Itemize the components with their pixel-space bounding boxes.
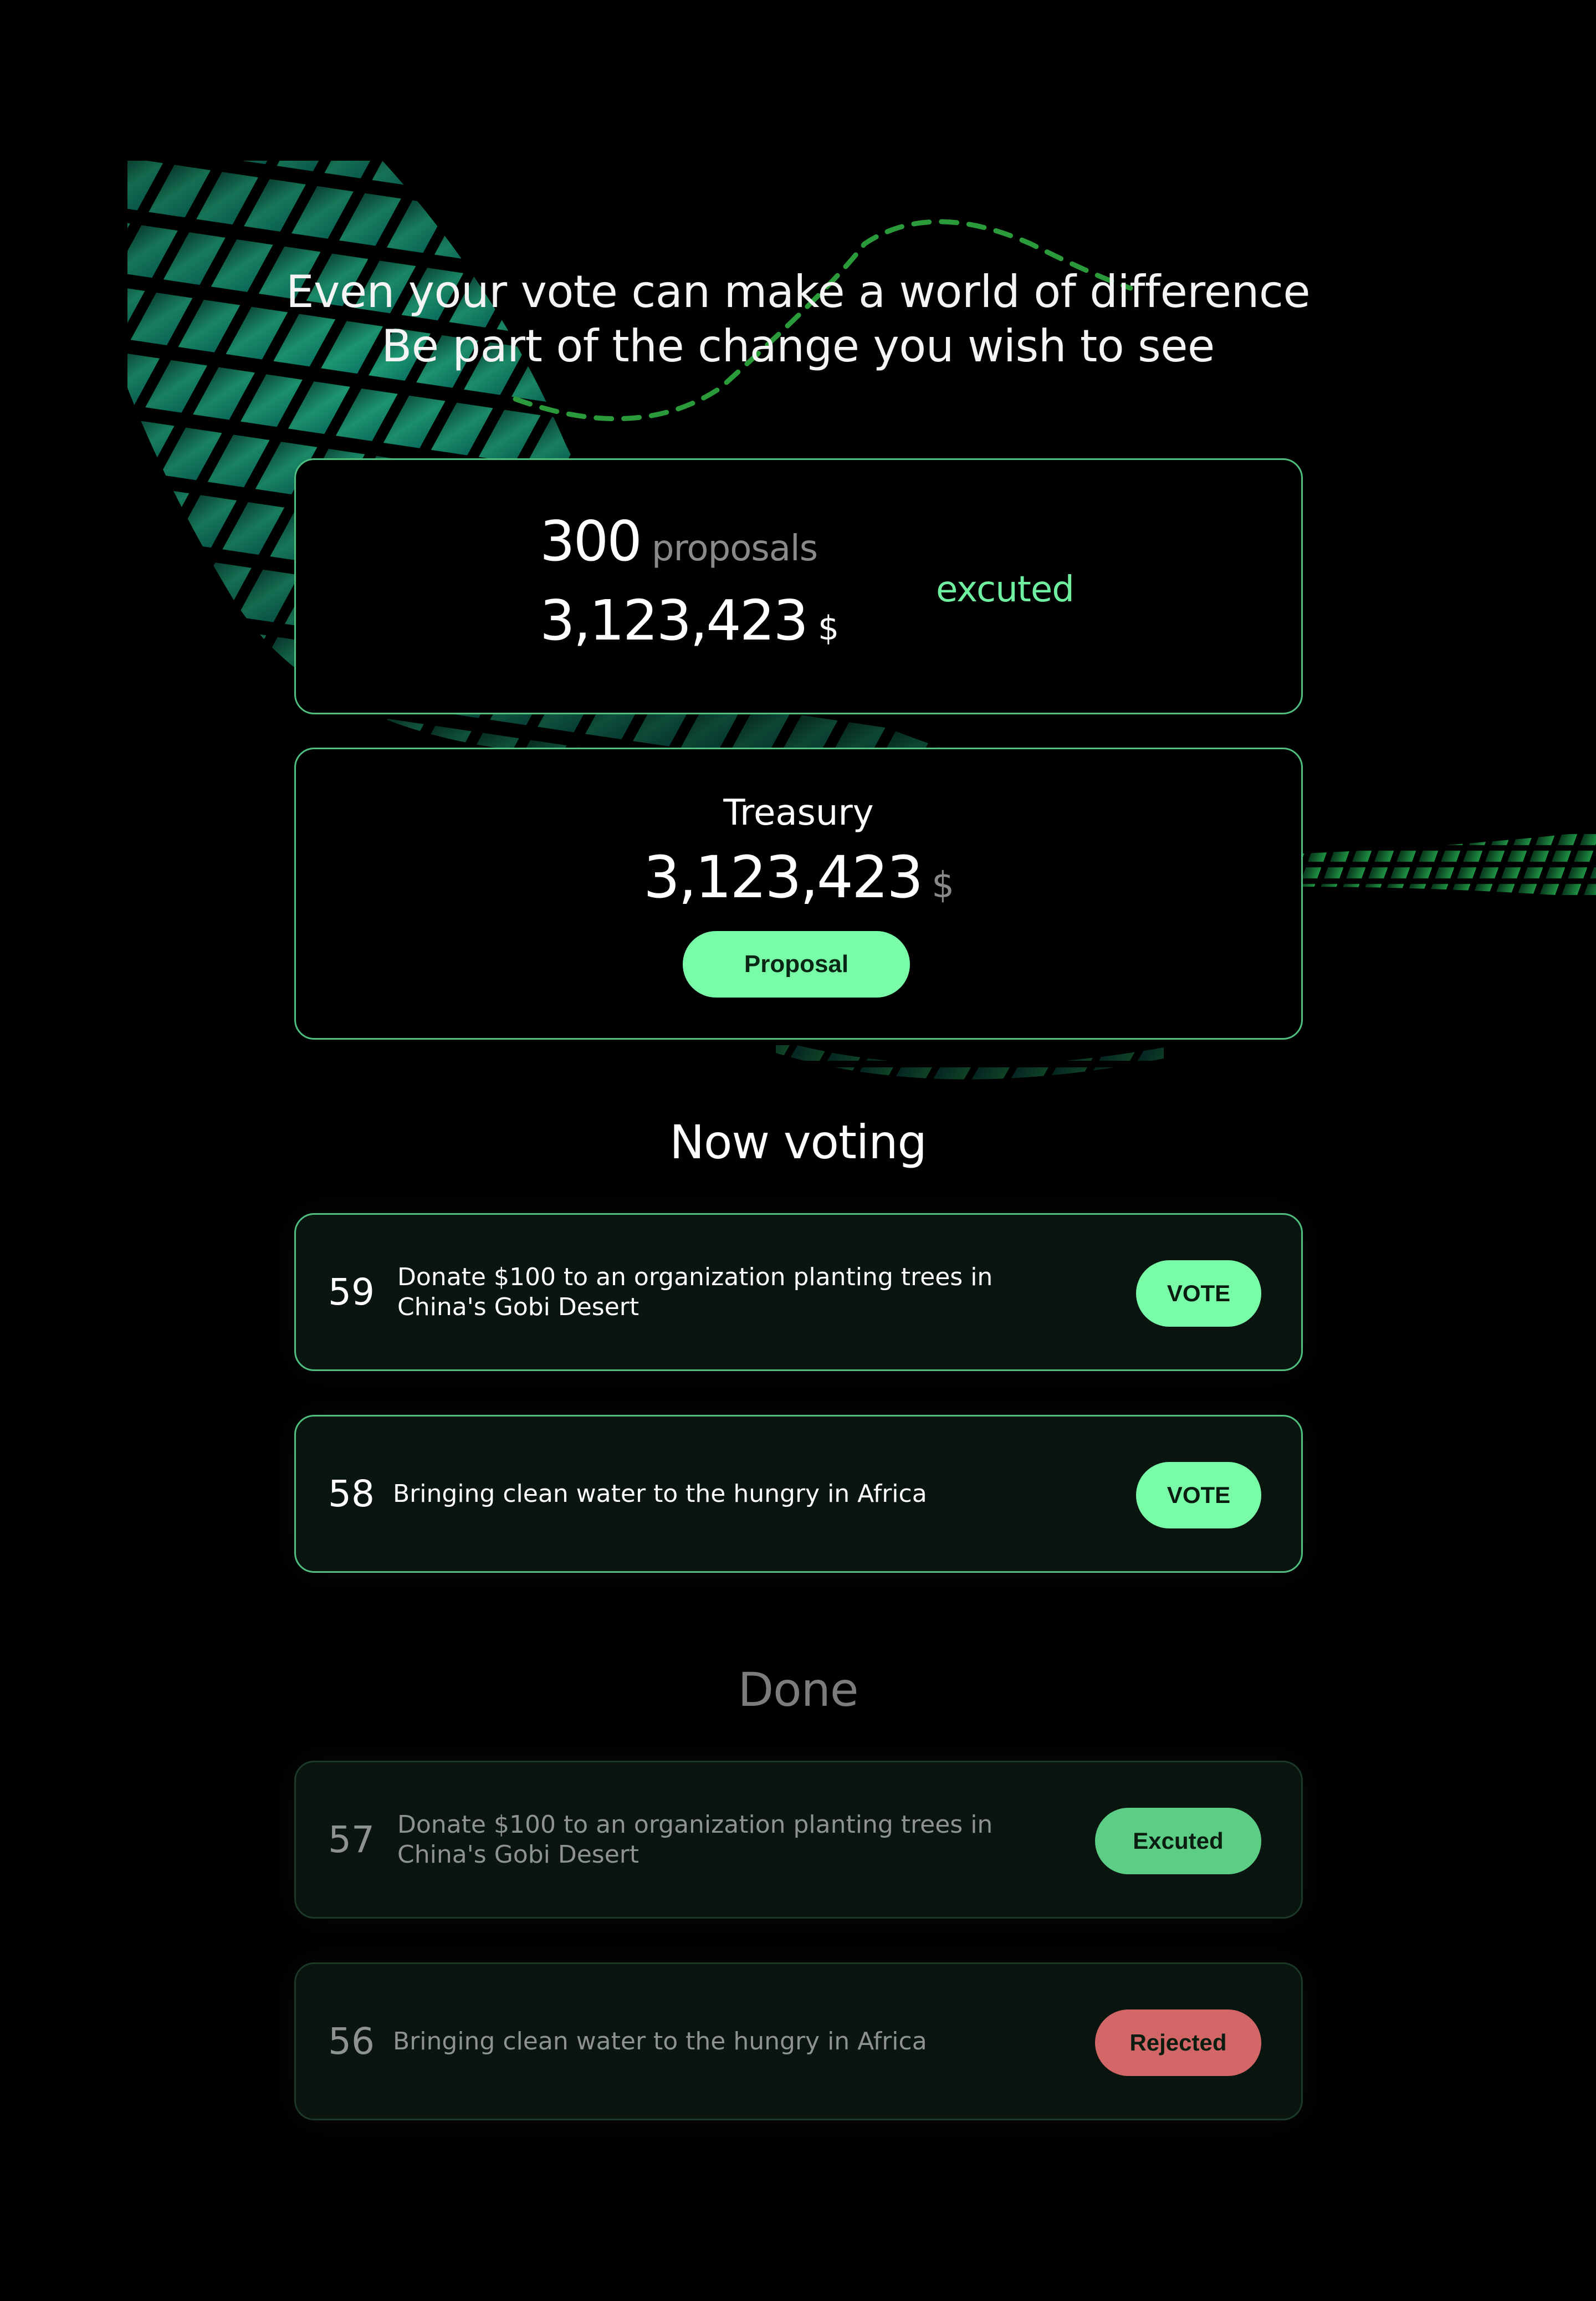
- proposal-number: 59: [328, 1271, 375, 1313]
- excuted-status-button[interactable]: Excuted: [1095, 1808, 1261, 1874]
- treasury-card: Treasury 3,123,423 $ Proposal: [294, 748, 1303, 1040]
- proposals-count: 300: [540, 509, 642, 574]
- vote-button[interactable]: VOTE: [1136, 1260, 1261, 1327]
- treasury-amount-row: 3,123,423 $: [296, 843, 1301, 911]
- proposal-number: 56: [328, 2020, 375, 2063]
- executed-amount: 3,123,423: [540, 588, 809, 653]
- proposal-number: 58: [328, 1472, 375, 1515]
- currency-symbol: $: [817, 609, 839, 648]
- hero-headline: Even your vote can make a world of diffe…: [0, 265, 1596, 374]
- voting-item: 58 Bringing clean water to the hungry in…: [294, 1415, 1303, 1573]
- stats-card: 300 proposals 3,123,423 $ excuted: [294, 458, 1303, 714]
- treasury-currency: $: [932, 865, 954, 906]
- proposal-number: 57: [328, 1818, 375, 1861]
- voting-item: 59 Donate $100 to an organization planti…: [294, 1213, 1303, 1371]
- proposal-description: Bringing clean water to the hungry in Af…: [393, 2027, 927, 2055]
- done-title: Done: [738, 1663, 859, 1717]
- vote-button[interactable]: VOTE: [1136, 1462, 1261, 1528]
- treasury-title: Treasury: [723, 792, 874, 834]
- done-item: 56 Bringing clean water to the hungry in…: [294, 1962, 1303, 2120]
- proposal-button[interactable]: Proposal: [683, 931, 910, 998]
- proposals-label: proposals: [651, 528, 818, 569]
- headline-line-2: Be part of the change you wish to see: [381, 320, 1215, 372]
- stats-values: 300 proposals 3,123,423 $: [540, 509, 839, 653]
- now-voting-title: Now voting: [669, 1115, 927, 1169]
- proposal-description: Donate $100 to an organization planting …: [397, 1262, 993, 1321]
- proposal-description: Donate $100 to an organization planting …: [397, 1810, 993, 1869]
- executed-status-label: excuted: [936, 569, 1075, 610]
- proposals-count-row: 300 proposals: [540, 509, 838, 574]
- done-item: 57 Donate $100 to an organization planti…: [294, 1761, 1303, 1919]
- treasury-amount: 3,123,423: [643, 843, 923, 911]
- headline-line-1: Even your vote can make a world of diffe…: [285, 266, 1311, 318]
- executed-amount-row: 3,123,423 $: [540, 588, 839, 653]
- proposal-description: Bringing clean water to the hungry in Af…: [393, 1479, 927, 1508]
- rejected-status-button[interactable]: Rejected: [1095, 2009, 1261, 2076]
